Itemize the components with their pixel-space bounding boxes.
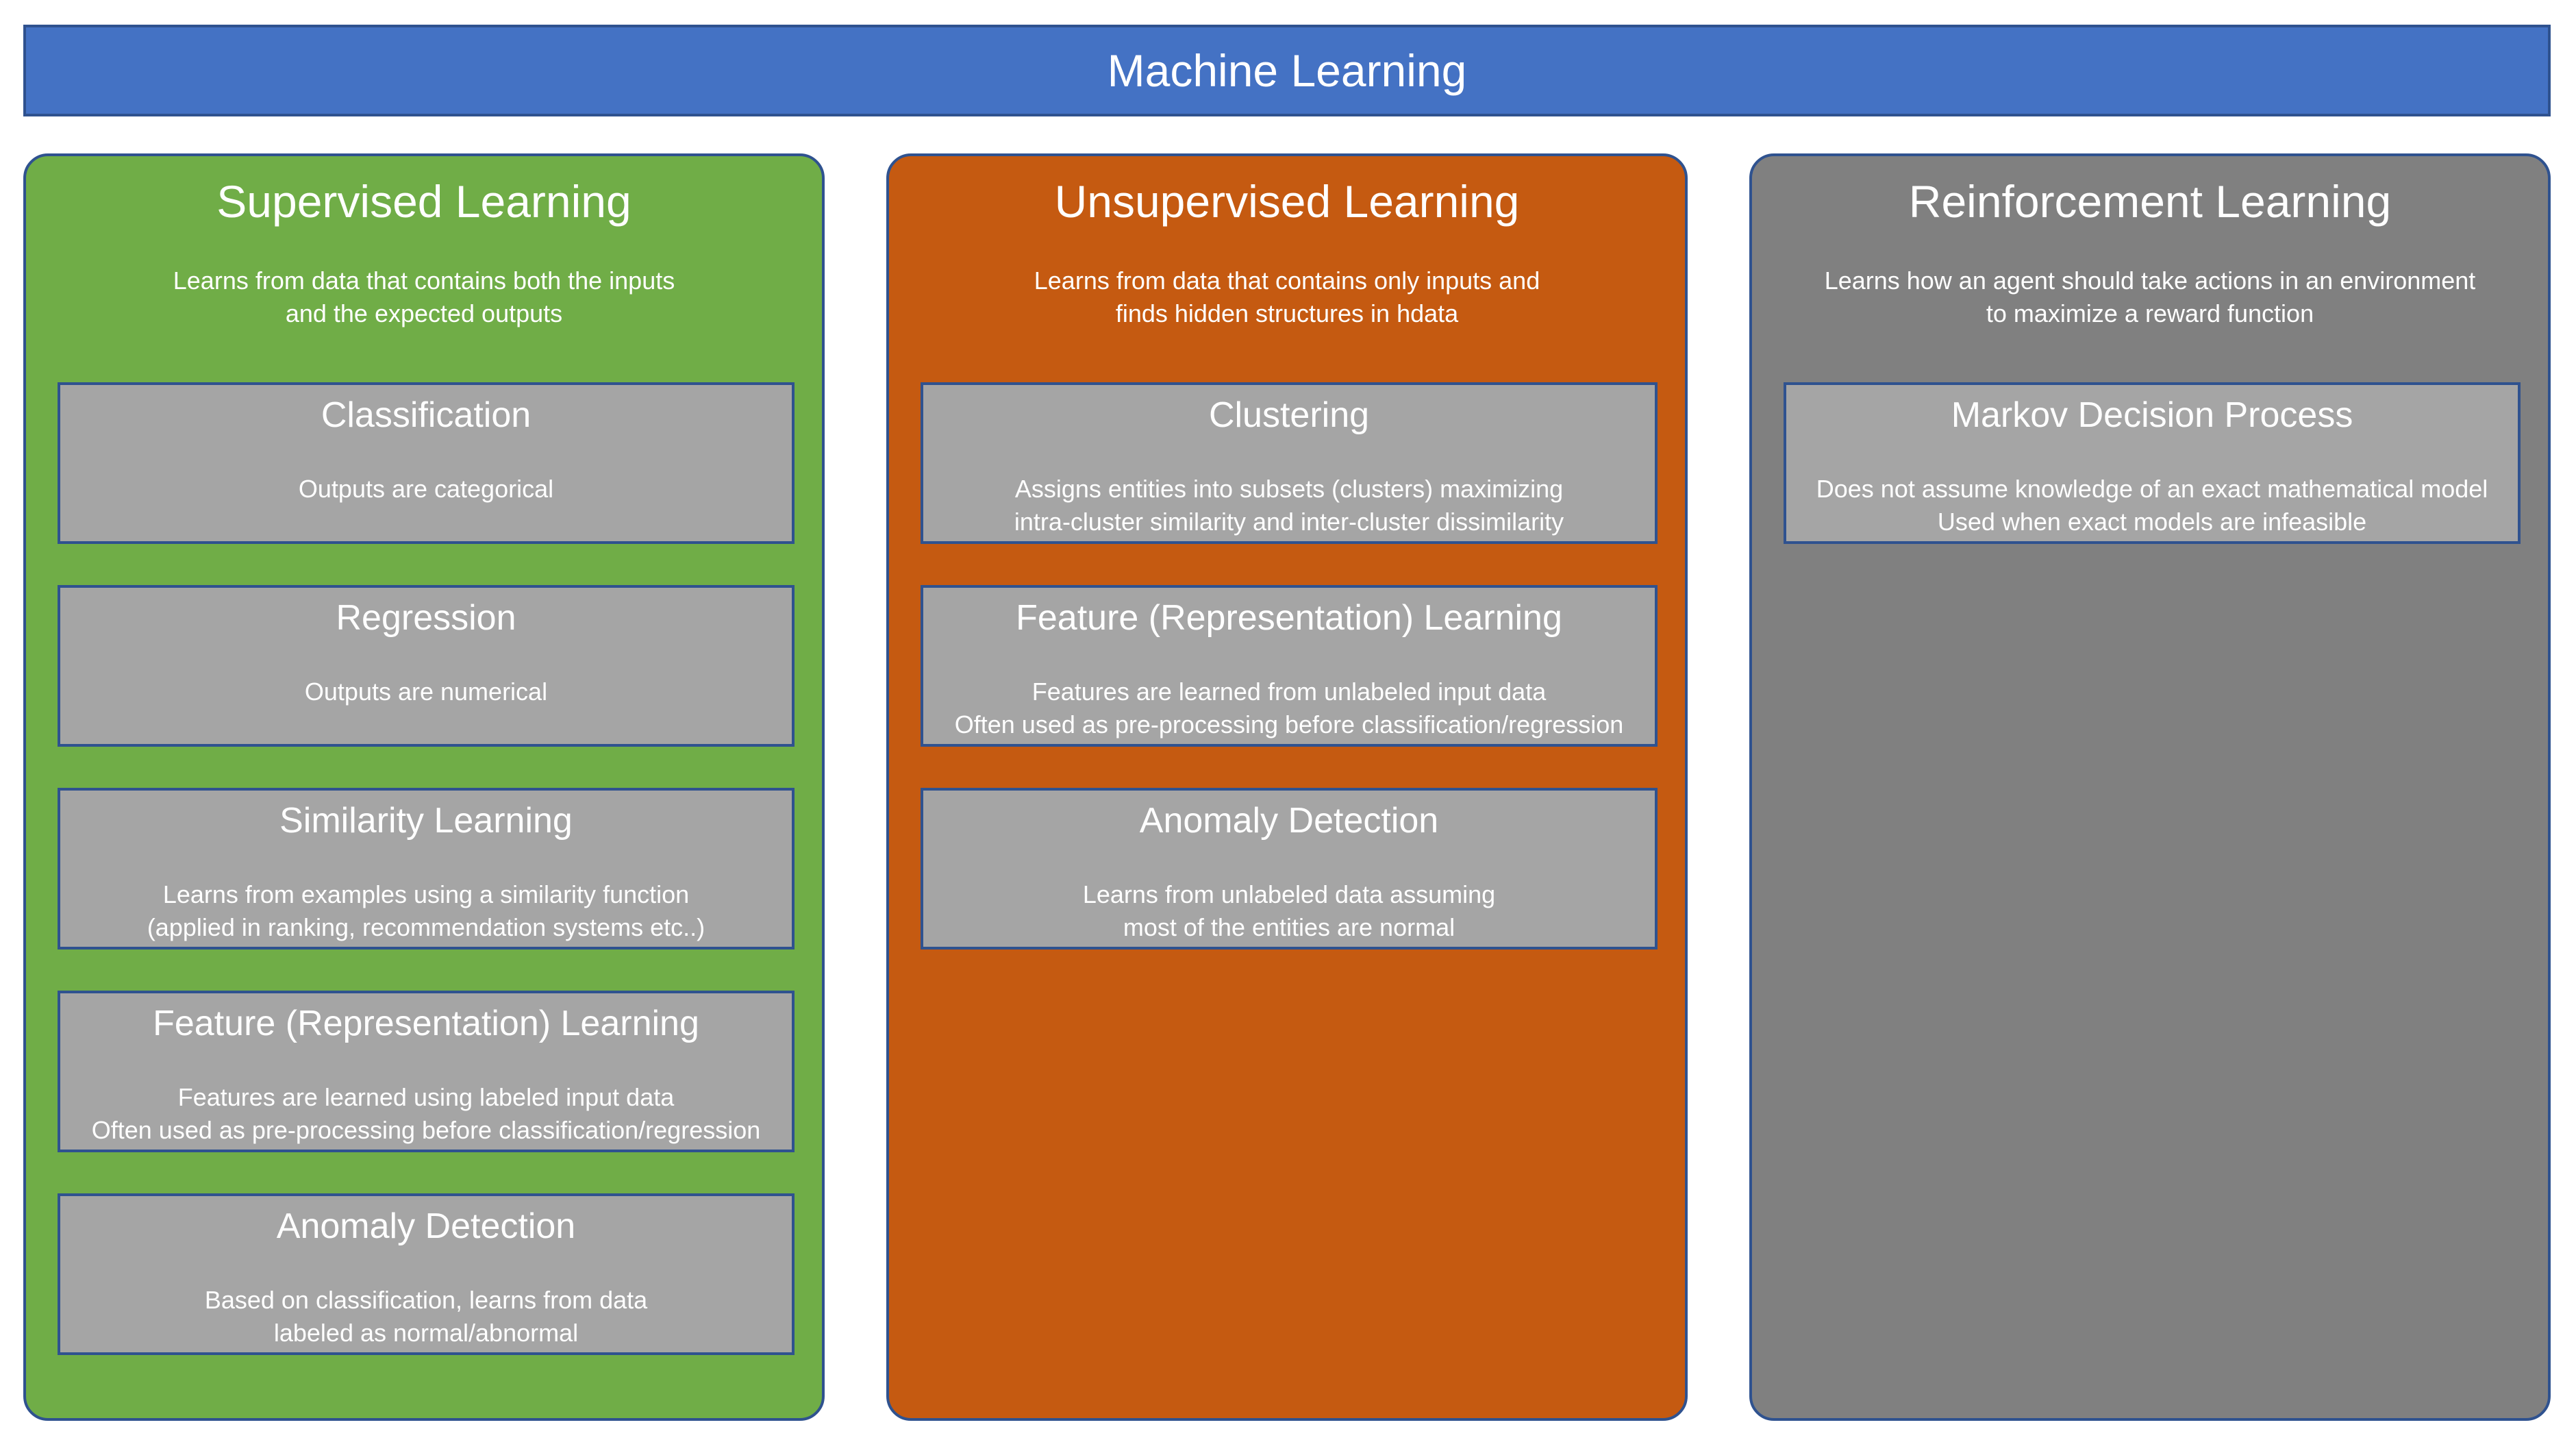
column-description: Learns how an agent should take actions …: [1752, 264, 2548, 330]
column-title: Reinforcement Learning: [1908, 176, 2392, 227]
card-line: Does not assume knowledge of an exact ma…: [1816, 475, 2488, 503]
reinforcement-learning-column: Reinforcement Learning Learns how an age…: [1749, 153, 2551, 1421]
card-title: Feature (Representation) Learning: [1016, 598, 1562, 638]
card-line: intra-cluster similarity and inter-clust…: [1014, 508, 1564, 536]
card-description: Based on classification, learns from dat…: [60, 1284, 792, 1350]
card-title: Similarity Learning: [279, 801, 573, 841]
card-description: Does not assume knowledge of an exact ma…: [1786, 473, 2518, 538]
unsupervised-learning-column: Unsupervised Learning Learns from data t…: [886, 153, 1688, 1421]
card-line: (applied in ranking, recommendation syst…: [147, 913, 705, 941]
card-title: Feature (Representation) Learning: [153, 1004, 699, 1043]
card-line: Outputs are categorical: [298, 475, 554, 503]
similarity-learning-card: Similarity Learning Learns from examples…: [58, 788, 795, 949]
diagram-title-banner: Machine Learning: [23, 25, 2551, 116]
card-description: Outputs are categorical: [60, 473, 792, 506]
description-line: finds hidden structures in hdata: [1115, 299, 1459, 327]
card-description: Features are learned from unlabeled inpu…: [923, 675, 1655, 741]
card-title: Anomaly Detection: [276, 1206, 576, 1246]
description-line: and the expected outputs: [285, 299, 563, 327]
description-line: Learns from data that contains only inpu…: [1034, 266, 1540, 295]
anomaly-detection-card: Anomaly Detection Learns from unlabeled …: [921, 788, 1658, 949]
card-line: Features are learned using labeled input…: [177, 1083, 675, 1111]
card-description: Learns from unlabeled data assuming most…: [923, 878, 1655, 944]
anomaly-detection-card: Anomaly Detection Based on classificatio…: [58, 1193, 795, 1355]
card-line: Used when exact models are infeasible: [1937, 508, 2367, 536]
description-line: to maximize a reward function: [1986, 299, 2314, 327]
card-line: Often used as pre-processing before clas…: [954, 710, 1624, 738]
card-line: Assigns entities into subsets (clusters)…: [1014, 475, 1564, 503]
card-line: labeled as normal/abnormal: [273, 1319, 579, 1347]
classification-card: Classification Outputs are categorical: [58, 382, 795, 544]
card-line: Learns from examples using a similarity …: [162, 880, 690, 908]
card-title: Clustering: [1208, 395, 1370, 435]
card-description: Outputs are numerical: [60, 675, 792, 708]
card-description: Features are learned using labeled input…: [60, 1081, 792, 1147]
column-description: Learns from data that contains only inpu…: [889, 264, 1685, 330]
column-title: Unsupervised Learning: [1054, 176, 1520, 227]
card-line: Features are learned from unlabeled inpu…: [1031, 678, 1547, 706]
feature-learning-card: Feature (Representation) Learning Featur…: [921, 585, 1658, 747]
description-line: Learns how an agent should take actions …: [1824, 266, 2476, 295]
diagram-title: Machine Learning: [1107, 45, 1467, 96]
supervised-learning-column: Supervised Learning Learns from data tha…: [23, 153, 825, 1421]
column-description: Learns from data that contains both the …: [26, 264, 822, 330]
card-description: Assigns entities into subsets (clusters)…: [923, 473, 1655, 538]
card-line: most of the entities are normal: [1123, 913, 1455, 941]
card-line: Based on classification, learns from dat…: [204, 1286, 648, 1314]
card-line: Learns from unlabeled data assuming: [1082, 880, 1496, 908]
card-title: Markov Decision Process: [1951, 395, 2353, 435]
column-title: Supervised Learning: [216, 176, 632, 227]
card-description: Learns from examples using a similarity …: [60, 878, 792, 944]
card-title: Regression: [336, 598, 516, 638]
card-title: Anomaly Detection: [1139, 801, 1439, 841]
description-line: Learns from data that contains both the …: [173, 266, 675, 295]
regression-card: Regression Outputs are numerical: [58, 585, 795, 747]
card-title: Classification: [321, 395, 532, 435]
feature-learning-card: Feature (Representation) Learning Featur…: [58, 991, 795, 1152]
card-line: Often used as pre-processing before clas…: [91, 1116, 761, 1144]
card-line: Outputs are numerical: [304, 678, 548, 706]
markov-decision-process-card: Markov Decision Process Does not assume …: [1784, 382, 2521, 544]
clustering-card: Clustering Assigns entities into subsets…: [921, 382, 1658, 544]
